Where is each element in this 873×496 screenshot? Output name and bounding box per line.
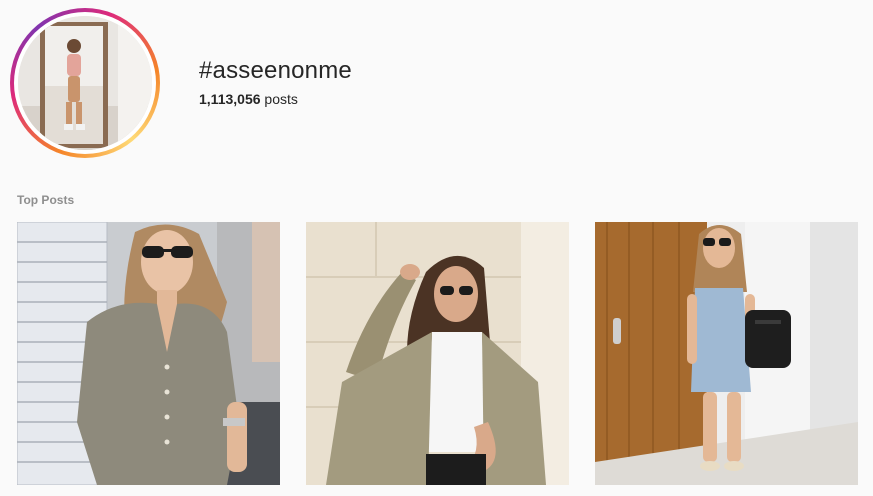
avatar-border (14, 12, 156, 154)
post-tile-2[interactable] (306, 222, 569, 485)
post-image-3 (595, 222, 858, 485)
story-ring[interactable] (10, 8, 160, 158)
hashtag-title: #asseenonme (199, 57, 352, 84)
top-posts-label: Top Posts (17, 193, 75, 207)
post-count-value: 1,113,056 (199, 91, 261, 107)
hashtag-page: #asseenonme 1,113,056 posts Top Posts (0, 0, 873, 496)
avatar-photo (18, 16, 152, 150)
post-count: 1,113,056 posts (199, 91, 298, 107)
post-image-1 (17, 222, 280, 485)
post-count-unit: posts (264, 91, 298, 107)
post-tile-1[interactable] (17, 222, 280, 485)
hashtag-avatar[interactable] (18, 16, 152, 150)
post-tile-3[interactable] (595, 222, 858, 485)
post-image-2 (306, 222, 569, 485)
